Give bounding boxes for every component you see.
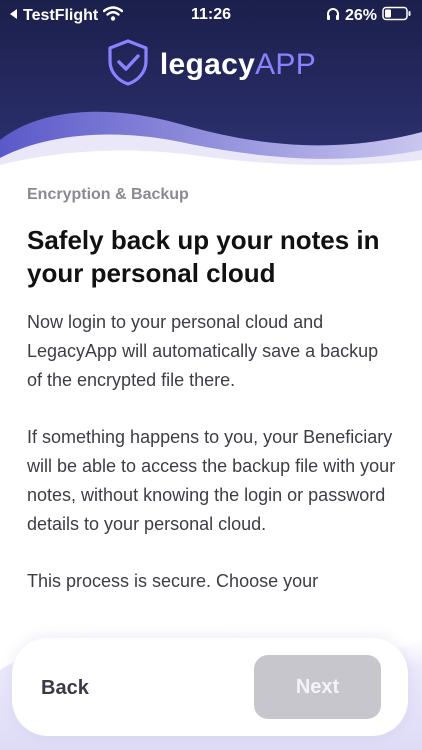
paragraph-intro: Now login to your personal cloud and Leg… bbox=[27, 312, 379, 390]
headphones-icon bbox=[326, 7, 340, 26]
status-right: 26% bbox=[326, 6, 412, 26]
brand-name-part2: APP bbox=[255, 47, 317, 81]
footer-actions: Back Next bbox=[12, 638, 408, 736]
app-header: TestFlight 11:26 26% legacyAPP bbox=[0, 0, 422, 165]
battery-percent: 26% bbox=[344, 7, 377, 24]
page-title: Safely back up your notes in your person… bbox=[27, 225, 380, 288]
battery-icon bbox=[382, 6, 412, 26]
main-content: Encryption & Backup Safely back up your … bbox=[27, 186, 397, 596]
next-button[interactable]: Next bbox=[254, 655, 381, 719]
brand-name-part1: legacy bbox=[159, 47, 256, 81]
brand-name: legacyAPP bbox=[160, 48, 316, 82]
status-bar: TestFlight 11:26 26% bbox=[0, 0, 422, 30]
brand-logo: legacyAPP bbox=[0, 38, 422, 91]
back-button[interactable]: Back bbox=[32, 664, 142, 710]
paragraph-beneficiary: If something happens to you, your Benefi… bbox=[27, 427, 396, 534]
paragraph-security: This process is secure. Choose your bbox=[27, 571, 319, 591]
shield-check-icon bbox=[106, 38, 150, 91]
section-eyebrow: Encryption & Backup bbox=[27, 186, 189, 203]
